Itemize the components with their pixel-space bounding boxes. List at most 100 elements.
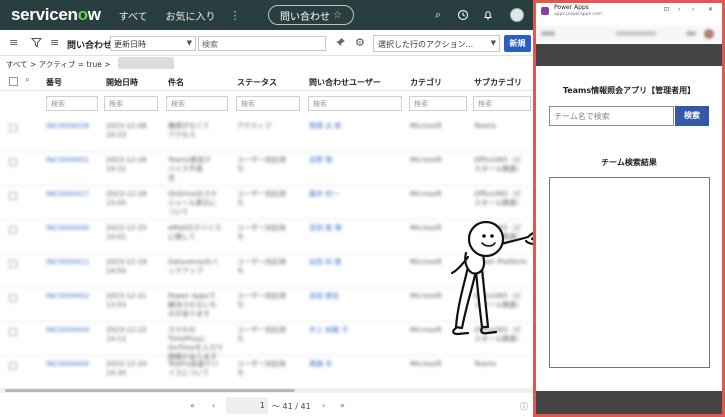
table-cell: Teams <box>474 122 497 130</box>
table-cell[interactable]: INC0004411 <box>46 258 89 267</box>
table-cell[interactable]: 真鍋 冬 <box>309 360 332 369</box>
nav-all[interactable]: すべて <box>119 8 148 23</box>
row-checkbox[interactable] <box>9 294 17 302</box>
avatar[interactable] <box>704 29 714 39</box>
table-cell[interactable]: 栗栖 太 郎 <box>309 122 341 131</box>
servicenow-logo[interactable]: servicenow <box>11 5 101 25</box>
history-icon[interactable] <box>457 9 469 21</box>
table-cell: 2023-12-25 10:01 <box>106 224 147 241</box>
table-row[interactable]: INC0004901 2023-12-26 14:31 Teams参加デ バイス不具… <box>0 152 533 186</box>
table-cell[interactable]: INC0004417 <box>46 190 89 199</box>
table-header: ⌕ 番号 開始日時 件名 ステータス 問い合わせユーザー カテゴリ サブカテゴリ <box>0 71 533 91</box>
row-checkbox[interactable] <box>9 226 17 234</box>
last-page-button[interactable]: » <box>340 401 345 410</box>
page-number-input[interactable]: 1 <box>226 397 268 414</box>
pin-icon[interactable] <box>335 37 346 51</box>
list-menu-icon[interactable]: ≡ <box>50 37 59 49</box>
row-action-select[interactable]: 選択した行のアクション... ▼ <box>373 35 500 52</box>
user-avatar[interactable] <box>510 8 524 22</box>
context-pill[interactable]: 問い合わせ ☆ <box>268 5 354 25</box>
table-cell[interactable]: 谷田 利 敦 <box>309 258 341 267</box>
window-back-button[interactable]: ‹ <box>678 6 680 13</box>
table-cell[interactable]: INC0004400 <box>46 360 89 369</box>
search-field-select[interactable]: 更新日時 ▼ <box>110 36 196 51</box>
list-search-input[interactable]: 検索 <box>198 36 326 51</box>
star-icon[interactable]: ☆ <box>333 10 342 21</box>
column-category[interactable]: カテゴリ <box>410 77 442 88</box>
table-row[interactable]: INC0004026 2023-12-06 10:23 権限がなくて アクセス アクテ… <box>0 118 533 152</box>
filter-input-subject[interactable]: 検索 <box>166 96 228 111</box>
next-page-button[interactable]: › <box>322 401 325 410</box>
new-button[interactable]: 新規 <box>504 35 531 52</box>
list-title: 問い合わせ <box>67 41 113 51</box>
table-cell: 2023-12-22 14:12 <box>106 326 147 343</box>
filter-input-number[interactable]: 検索 <box>46 96 98 111</box>
table-cell: ユーザー対応待 ち <box>237 156 286 173</box>
filter-input-start-date[interactable]: 検索 <box>104 96 158 111</box>
table-cell: Microsoft <box>410 190 442 198</box>
filter-input-user[interactable]: 検索 <box>308 96 402 111</box>
table-cell: ユーザー対応待 ち <box>237 258 286 275</box>
table-cell[interactable]: INC0004402 <box>46 292 89 301</box>
table-cell[interactable]: 吉田 健史 <box>309 292 339 301</box>
filter-icon[interactable] <box>30 37 43 51</box>
table-cell[interactable]: INC0004440 <box>46 224 89 233</box>
search-button[interactable]: 検索 <box>675 106 709 126</box>
table-cell: Microsoft <box>410 292 442 300</box>
page-range: ～ 41 / 41 <box>272 402 311 411</box>
column-user[interactable]: 問い合わせユーザー <box>309 77 381 88</box>
table-cell[interactable]: 藤井 利一 <box>309 190 339 199</box>
row-checkbox[interactable] <box>9 362 17 370</box>
filter-input-subcategory[interactable]: 検索 <box>473 96 531 111</box>
breadcrumb[interactable]: すべて > アクティブ = true > <box>6 59 111 70</box>
row-checkbox[interactable] <box>9 328 17 336</box>
top-navigation-bar: servicenow すべて お気に入り ⋮ 問い合わせ ☆ ⌕ <box>0 0 533 30</box>
first-page-button[interactable]: « <box>190 401 195 410</box>
powerapps-window-frame: Power Apps apps.powerapps.com ⊡ ‹ › ✕ Te… <box>533 0 725 417</box>
scrollbar-thumb[interactable] <box>5 389 295 392</box>
window-restore-button[interactable]: ⊡ <box>664 6 669 13</box>
bell-icon[interactable] <box>482 9 494 21</box>
table-cell: ユーザー対応待 ち <box>237 224 286 241</box>
results-list[interactable] <box>549 177 710 368</box>
filter-input-category[interactable]: 検索 <box>409 96 467 111</box>
settings-icon[interactable]: ⚙ <box>355 37 365 49</box>
table-cell: Dataverseのバ ックアップ <box>168 258 218 275</box>
table-row[interactable]: INC0004400 2023-12-20 14:30 Teams会議デバ イスにつ… <box>0 356 533 390</box>
nav-favorites[interactable]: お気に入り <box>166 8 216 23</box>
column-number[interactable]: 番号 <box>46 77 62 88</box>
team-search-input[interactable]: チーム名で検索 <box>549 106 674 126</box>
filter-input-status[interactable]: 検索 <box>236 96 300 111</box>
window-forward-button[interactable]: › <box>692 6 694 13</box>
app-title: Teams情報照会アプリ【管理者用】 <box>562 86 696 95</box>
table-cell[interactable]: INC0004901 <box>46 156 89 165</box>
table-cell[interactable]: 井上 和敏 子 <box>309 326 348 335</box>
prev-page-button[interactable]: ‹ <box>212 401 215 410</box>
row-checkbox[interactable] <box>9 124 17 132</box>
table-cell[interactable]: INC0004404 <box>46 326 89 335</box>
search-icon[interactable]: ⌕ <box>432 9 444 21</box>
column-start-date[interactable]: 開始日時 <box>106 77 138 88</box>
table-cell: Microsoft <box>410 258 442 266</box>
table-cell[interactable]: 吉田 敦 理 <box>309 224 341 233</box>
column-subject[interactable]: 件名 <box>168 77 184 88</box>
menu-icon[interactable]: ≡ <box>9 37 18 49</box>
table-cell: eMailのデバイス に関して <box>168 224 222 241</box>
row-checkbox[interactable] <box>9 260 17 268</box>
row-checkbox[interactable] <box>9 158 17 166</box>
table-cell[interactable]: INC0004026 <box>46 122 89 131</box>
select-all-checkbox[interactable] <box>9 77 18 86</box>
window-close-button[interactable]: ✕ <box>708 6 713 13</box>
horizontal-scrollbar[interactable] <box>0 388 533 393</box>
row-checkbox[interactable] <box>9 192 17 200</box>
search-icon[interactable]: ⌕ <box>25 75 30 85</box>
window-title: Power Apps <box>554 4 589 11</box>
column-status[interactable]: ステータス <box>237 77 277 88</box>
nav-more-icon[interactable]: ⋮ <box>230 9 241 22</box>
column-subcategory[interactable]: サブカテゴリ <box>474 77 522 88</box>
help-icon[interactable]: ⓘ <box>520 401 528 412</box>
table-cell[interactable]: 吉野 理 <box>309 156 332 165</box>
table-cell: Teams参加デ バイス不具 合 <box>168 156 212 182</box>
row-action-value: 選択した行のアクション... <box>378 40 474 49</box>
table-cell: アクティブ <box>237 122 272 130</box>
